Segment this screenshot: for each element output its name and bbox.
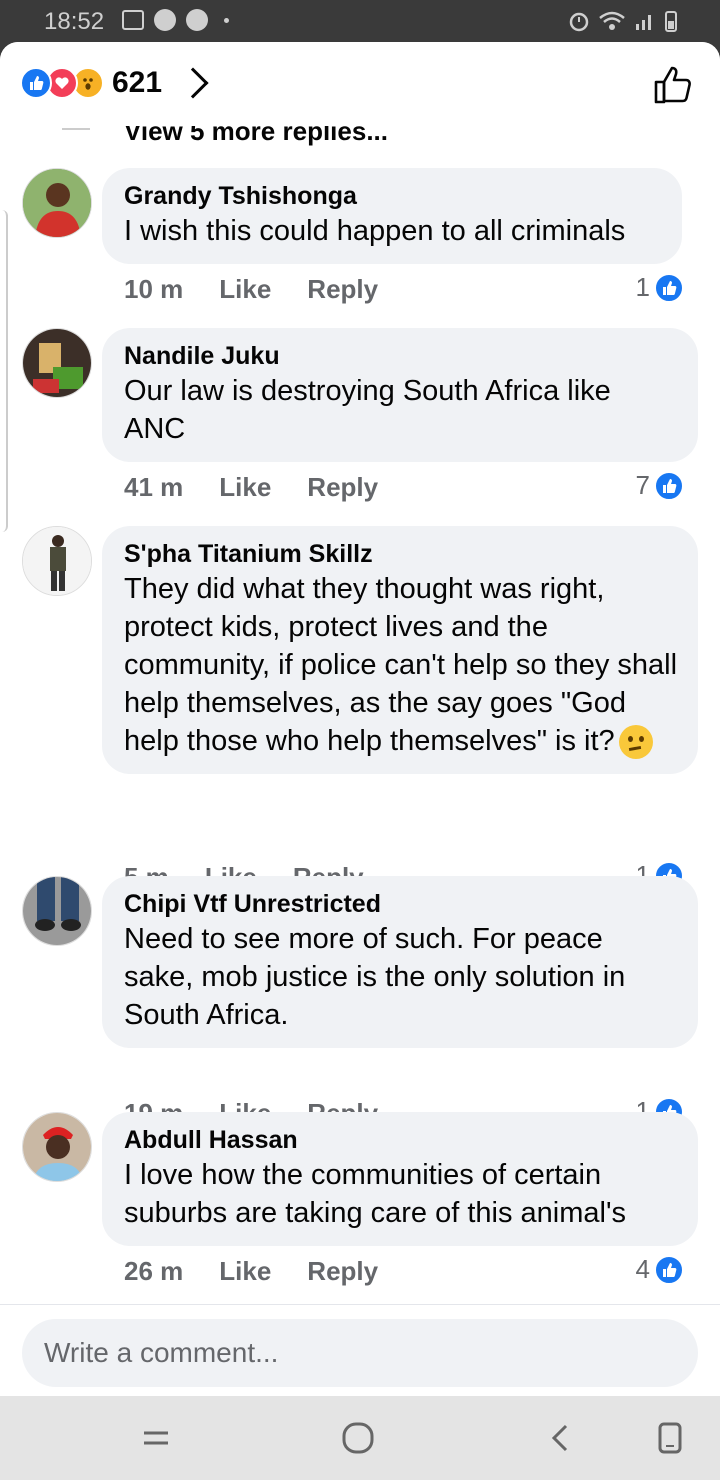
more-notifications-icon: [224, 17, 229, 23]
like-badge-icon: [654, 272, 684, 303]
reaction-count: 621: [112, 66, 163, 99]
like-count: 1: [635, 272, 650, 302]
flash-icon: [186, 9, 208, 31]
comment-text: Need to see more of such. For peace sake…: [124, 923, 626, 1031]
battery-icon: [665, 11, 677, 32]
avatar[interactable]: [22, 1112, 92, 1182]
comment-bubble: Abdull Hassan I love how the communities…: [102, 1112, 698, 1246]
avatar[interactable]: [22, 168, 92, 238]
system-icons: [568, 9, 678, 33]
status-bar: 18:52: [0, 0, 720, 42]
gallery-icon: [122, 10, 144, 30]
reply-button[interactable]: Reply: [307, 472, 378, 503]
avatar[interactable]: [22, 328, 92, 398]
reactions-summary[interactable]: 621: [20, 66, 209, 100]
like-button[interactable]: Like: [219, 1256, 271, 1287]
comment-time: 10 m: [124, 274, 184, 304]
avatar[interactable]: [22, 526, 92, 596]
like-post-button[interactable]: [652, 64, 694, 106]
comment-bubble: Chipi Vtf Unrestricted Need to see more …: [102, 876, 698, 1048]
thinking-face-icon: [618, 725, 653, 760]
notification-icons: [122, 9, 229, 31]
reply-button[interactable]: Reply: [307, 274, 378, 305]
comment-time: 41 m: [124, 472, 184, 502]
like-button[interactable]: Like: [219, 274, 271, 305]
alarm-icon: [569, 12, 589, 32]
wifi-icon: [599, 11, 625, 30]
comment-actions: 26 m Like Reply: [124, 1256, 378, 1287]
keyboard-toggle-button[interactable]: [650, 1418, 690, 1458]
comments-sheet: 621 View 5 more replies... Grandy Tshish…: [0, 42, 720, 1396]
comment-text: I love how the communities of certain su…: [124, 1159, 627, 1229]
comment-time: 26 m: [124, 1256, 184, 1286]
comment-author[interactable]: S'pha Titanium Skillz: [124, 538, 676, 570]
comment-text: I wish this could happen to all criminal…: [124, 215, 626, 247]
recent-apps-button[interactable]: [136, 1418, 176, 1458]
comment-author[interactable]: Chipi Vtf Unrestricted: [124, 888, 676, 920]
like-count: 7: [635, 470, 650, 500]
like-badge-icon: [654, 1254, 684, 1285]
chevron-right-icon: [177, 67, 209, 99]
thread-rail: [0, 210, 8, 532]
comment-text: Our law is destroying South Africa like …: [124, 375, 611, 445]
signal-icon: [636, 15, 651, 30]
comment-like-count[interactable]: 4: [636, 1254, 684, 1285]
comment-like-count[interactable]: 1: [636, 272, 684, 303]
back-button[interactable]: [540, 1418, 580, 1458]
comment-text-content: They did what they thought was right, pr…: [124, 573, 678, 757]
comment-input[interactable]: Write a comment...: [22, 1319, 698, 1387]
like-count: 4: [635, 1254, 650, 1284]
music-icon: [154, 9, 176, 31]
status-time: 18:52: [44, 8, 105, 35]
comment-bubble: S'pha Titanium Skillz They did what they…: [102, 526, 698, 774]
like-button[interactable]: Like: [219, 472, 271, 503]
comment-bubble: Grandy Tshishonga I wish this could happ…: [102, 168, 682, 264]
comment-author[interactable]: Abdull Hassan: [124, 1124, 676, 1156]
like-reaction-icon: [20, 67, 52, 99]
comment-author[interactable]: Grandy Tshishonga: [124, 180, 660, 212]
comment-text: They did what they thought was right, pr…: [124, 570, 680, 760]
home-button[interactable]: [338, 1418, 378, 1458]
comment-bubble: Nandile Juku Our law is destroying South…: [102, 328, 698, 462]
reply-button[interactable]: Reply: [307, 1256, 378, 1287]
navigation-bar: [0, 1396, 720, 1480]
reactions-header: 621: [0, 42, 720, 126]
comment-composer: Write a comment...: [0, 1304, 720, 1396]
avatar[interactable]: [22, 876, 92, 946]
like-badge-icon: [654, 470, 684, 501]
thread-connector: [62, 128, 90, 130]
comment-like-count[interactable]: 7: [636, 470, 684, 501]
comment-author[interactable]: Nandile Juku: [124, 340, 676, 372]
comment-actions: 41 m Like Reply: [124, 472, 378, 503]
comment-actions: 10 m Like Reply: [124, 274, 378, 305]
